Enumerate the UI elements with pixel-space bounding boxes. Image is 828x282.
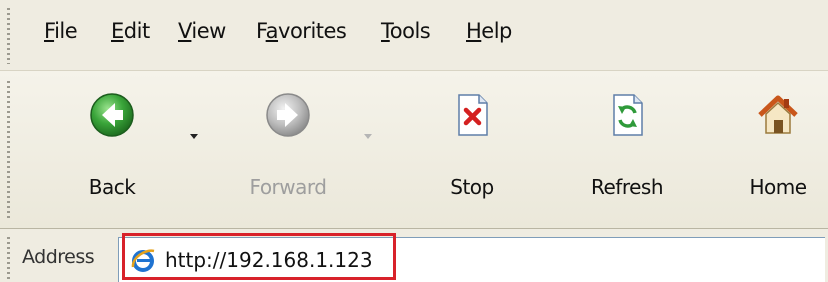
back-label: Back	[88, 175, 136, 199]
menu-file-accel: F	[44, 19, 55, 43]
menu-help[interactable]: Help	[466, 21, 512, 42]
menu-favorites[interactable]: Favorites	[256, 19, 347, 43]
menu-edit-accel: E	[111, 19, 124, 43]
home-button[interactable]: Home	[735, 71, 821, 228]
menu-file[interactable]: File	[44, 19, 78, 43]
menu-favorites-pre: F	[256, 19, 266, 43]
browser-chrome: File Edit View Favorites Tools Help Back…	[0, 0, 828, 282]
menu-view-accel: V	[178, 19, 192, 43]
menu-tools-accel: T	[381, 19, 390, 43]
refresh-page-icon	[613, 94, 643, 136]
menubar-grip[interactable]	[7, 8, 10, 64]
address-label: Address	[22, 246, 95, 268]
menu-edit-rest: dit	[123, 19, 150, 43]
menu-file-rest: ile	[54, 19, 78, 43]
menu-edit[interactable]: Edit	[111, 21, 150, 42]
stop-label: Stop	[450, 175, 494, 199]
menu-view-rest: iew	[191, 19, 226, 43]
standard-toolbar: Back Forward Stop Refresh Home	[0, 71, 828, 229]
addressbar-grip[interactable]	[7, 237, 10, 279]
back-arrow-icon	[90, 93, 134, 137]
refresh-label: Refresh	[590, 175, 664, 199]
menu-view[interactable]: View	[178, 21, 226, 42]
address-highlight-box	[122, 233, 396, 280]
forward-button[interactable]: Forward	[228, 71, 348, 228]
stop-button[interactable]: Stop	[427, 71, 517, 228]
forward-arrow-icon	[266, 93, 310, 137]
menu-favorites-rest: vorites	[278, 19, 347, 43]
menu-favorites-accel: a	[265, 19, 279, 43]
menu-help-rest: elp	[481, 19, 512, 43]
home-label: Home	[749, 175, 807, 199]
home-icon	[758, 95, 798, 134]
back-dropdown-arrow-icon[interactable]	[190, 134, 198, 139]
toolbar-grip[interactable]	[7, 81, 10, 221]
menu-tools[interactable]: Tools	[381, 19, 431, 43]
back-button[interactable]: Back	[62, 71, 162, 228]
forward-label: Forward	[249, 175, 327, 199]
refresh-button[interactable]: Refresh	[572, 71, 682, 228]
stop-page-icon	[458, 94, 488, 136]
menu-tools-rest: ools	[389, 19, 431, 43]
menu-help-accel: H	[466, 19, 482, 43]
menu-bar: File Edit View Favorites Tools Help	[0, 0, 828, 71]
forward-dropdown-arrow-icon[interactable]	[364, 134, 372, 139]
